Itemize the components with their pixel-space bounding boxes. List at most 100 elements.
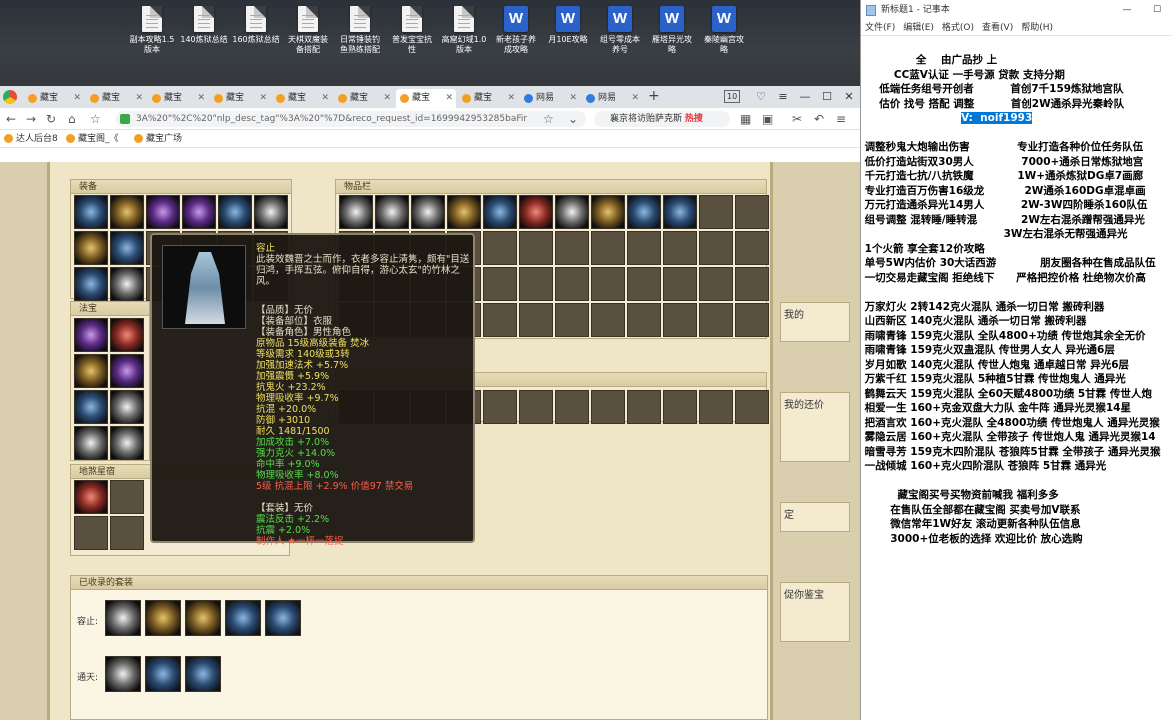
- forward-icon[interactable]: →: [26, 111, 36, 127]
- suit-item[interactable]: [145, 656, 181, 692]
- item-slot-filled[interactable]: [411, 195, 445, 229]
- item-slot-filled[interactable]: [110, 426, 144, 460]
- notepad-menu-item[interactable]: 文件(F): [865, 23, 895, 33]
- item-slot-filled[interactable]: [74, 390, 108, 424]
- item-slot-filled[interactable]: [627, 195, 661, 229]
- item-slot-empty[interactable]: [627, 390, 661, 424]
- back-icon[interactable]: ←: [6, 111, 16, 127]
- item-slot-filled[interactable]: [663, 195, 697, 229]
- browser-tab[interactable]: 藏宝 ✕: [458, 89, 518, 108]
- item-slot-empty[interactable]: [519, 303, 553, 337]
- item-slot-empty[interactable]: [663, 390, 697, 424]
- item-slot-empty[interactable]: [519, 267, 553, 301]
- desktop-icon[interactable]: 副本攻略1.5 版本: [126, 6, 178, 55]
- tab-close-icon[interactable]: ✕: [73, 89, 81, 108]
- desktop-icon[interactable]: W 月10E攻略: [542, 6, 594, 45]
- shield-icon[interactable]: ♡: [750, 86, 772, 108]
- item-slot-empty[interactable]: [627, 267, 661, 301]
- item-slot-empty[interactable]: [699, 195, 733, 229]
- bookmark-item[interactable]: 藏宝阁_《: [66, 133, 119, 145]
- browser-tab[interactable]: 网易 ✕: [582, 89, 642, 108]
- suit-item[interactable]: [225, 600, 261, 636]
- item-slot-filled[interactable]: [110, 390, 144, 424]
- item-slot-empty[interactable]: [663, 231, 697, 265]
- right-btn-appraise[interactable]: 促你鉴宝: [780, 582, 850, 642]
- item-slot-filled[interactable]: [110, 231, 144, 265]
- item-slot-empty[interactable]: [555, 231, 589, 265]
- browser-tab[interactable]: 藏宝 ✕: [148, 89, 208, 108]
- notepad-menu-item[interactable]: 帮助(H): [1021, 23, 1053, 33]
- item-slot-empty[interactable]: [519, 390, 553, 424]
- item-slot-filled[interactable]: [447, 195, 481, 229]
- right-btn-bargain[interactable]: 我的还价: [780, 392, 850, 462]
- home-icon[interactable]: ⌂: [68, 111, 76, 127]
- item-slot-filled[interactable]: [591, 195, 625, 229]
- tab-close-icon[interactable]: ✕: [445, 89, 453, 108]
- item-slot-filled[interactable]: [74, 195, 108, 229]
- browser-logo-icon[interactable]: [3, 90, 17, 104]
- minimize-button[interactable]: —: [1112, 0, 1142, 20]
- desktop-icon[interactable]: 天棋双魔装 备搭配: [282, 6, 334, 55]
- bookmark-item[interactable]: 藏宝广场: [134, 133, 182, 145]
- item-slot-filled[interactable]: [74, 231, 108, 265]
- bookmark-star-icon[interactable]: ☆: [543, 111, 554, 127]
- new-tab-button[interactable]: +: [648, 88, 660, 104]
- item-slot-filled[interactable]: [74, 267, 108, 301]
- grid-icon[interactable]: ▦: [740, 111, 751, 127]
- suit-item[interactable]: [145, 600, 181, 636]
- item-slot-empty[interactable]: [699, 303, 733, 337]
- maximize-button[interactable]: ☐: [816, 86, 838, 108]
- browser-tab[interactable]: 藏宝 ✕: [86, 89, 146, 108]
- item-slot-filled[interactable]: [519, 195, 553, 229]
- item-slot-empty[interactable]: [555, 390, 589, 424]
- item-slot-empty[interactable]: [591, 267, 625, 301]
- item-slot-empty[interactable]: [591, 303, 625, 337]
- more-menu-icon[interactable]: ≡: [836, 111, 846, 127]
- undo-icon[interactable]: ↶: [814, 111, 824, 127]
- maximize-button[interactable]: ☐: [1142, 0, 1172, 20]
- minimize-button[interactable]: —: [794, 86, 816, 108]
- item-slot-filled[interactable]: [74, 480, 108, 514]
- desktop-icon[interactable]: W 秦陵幽宫攻 略: [698, 6, 750, 55]
- browser-tab[interactable]: 藏宝 ✕: [24, 89, 84, 108]
- item-slot-empty[interactable]: [555, 267, 589, 301]
- item-slot-empty[interactable]: [699, 390, 733, 424]
- notepad-menu-item[interactable]: 编辑(E): [903, 23, 934, 33]
- tab-close-icon[interactable]: ✕: [321, 89, 329, 108]
- item-slot-filled[interactable]: [254, 195, 288, 229]
- item-slot-empty[interactable]: [74, 516, 108, 550]
- item-slot-empty[interactable]: [627, 231, 661, 265]
- item-slot-filled[interactable]: [218, 195, 252, 229]
- tab-close-icon[interactable]: ✕: [569, 89, 577, 108]
- item-slot-empty[interactable]: [663, 303, 697, 337]
- suit-item[interactable]: [105, 656, 141, 692]
- item-slot-filled[interactable]: [110, 267, 144, 301]
- tab-close-icon[interactable]: ✕: [383, 89, 391, 108]
- apps-icon[interactable]: ▣: [762, 111, 773, 127]
- right-btn-mine[interactable]: 我的: [780, 302, 850, 342]
- item-slot-filled[interactable]: [483, 195, 517, 229]
- suit-item[interactable]: [265, 600, 301, 636]
- right-btn-set[interactable]: 定: [780, 502, 850, 532]
- desktop-icon[interactable]: 160炼狱总结: [230, 6, 282, 45]
- desktop-icon[interactable]: W 组号零成本 养号: [594, 6, 646, 55]
- tab-close-icon[interactable]: ✕: [135, 89, 143, 108]
- close-button[interactable]: ✕: [838, 86, 860, 108]
- suit-item[interactable]: [105, 600, 141, 636]
- desktop-icon[interactable]: 高窟幻域1.0 版本: [438, 6, 490, 55]
- suit-item[interactable]: [185, 600, 221, 636]
- item-slot-empty[interactable]: [627, 303, 661, 337]
- cut-icon[interactable]: ✂: [792, 111, 802, 127]
- item-slot-filled[interactable]: [375, 195, 409, 229]
- item-slot-empty[interactable]: [483, 231, 517, 265]
- item-slot-filled[interactable]: [110, 354, 144, 388]
- star-icon[interactable]: ☆: [90, 111, 101, 127]
- notepad-menu-item[interactable]: 格式(O): [942, 23, 974, 33]
- item-slot-filled[interactable]: [110, 195, 144, 229]
- item-slot-empty[interactable]: [483, 390, 517, 424]
- item-slot-empty[interactable]: [483, 267, 517, 301]
- browser-tab[interactable]: 藏宝 ✕: [272, 89, 332, 108]
- dropdown-icon[interactable]: ⌄: [568, 111, 578, 127]
- browser-tab[interactable]: 藏宝 ✕: [334, 89, 394, 108]
- item-slot-empty[interactable]: [591, 390, 625, 424]
